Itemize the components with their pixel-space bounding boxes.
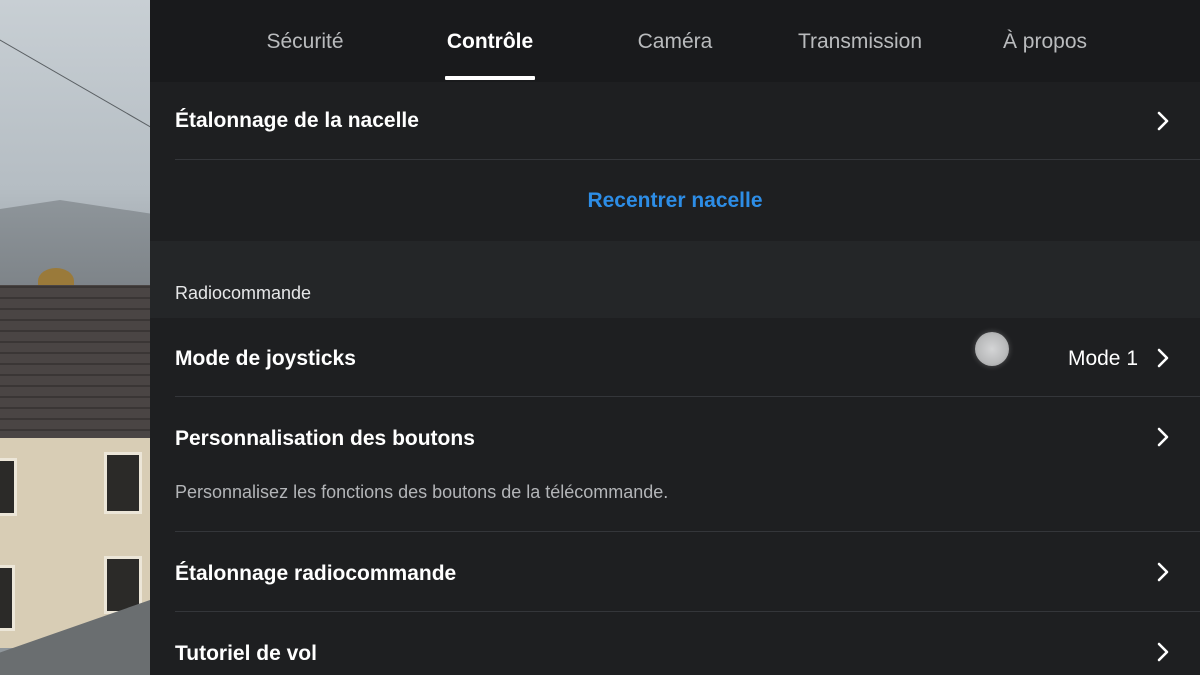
section-title-remote: Radiocommande [175,283,312,303]
active-tab-indicator [445,76,535,80]
section-band [150,241,1200,318]
chevron-right-icon [1157,111,1169,131]
flight-tutorial-row[interactable]: Tutoriel de vol [175,612,1200,675]
tab-transmission[interactable]: Transmission [775,0,945,82]
gimbal-calibration-row[interactable]: Étalonnage de la nacelle [175,82,1200,160]
tab-a-propos[interactable]: À propos [970,0,1120,82]
tab-bar: Sécurité Contrôle Caméra Transmission À … [150,0,1200,82]
button-customization-label: Personnalisation des boutons [175,427,475,450]
remote-calibration-row[interactable]: Étalonnage radiocommande [175,532,1200,612]
chevron-right-icon [1157,348,1169,368]
button-customization-description: Personnalisez les fonctions des boutons … [175,482,669,502]
house-window [104,452,142,514]
button-customization-row[interactable]: Personnalisation des boutons Personnalis… [175,397,1200,532]
chevron-right-icon [1157,427,1169,447]
chevron-right-icon [1157,642,1169,662]
camera-preview [0,0,150,675]
tab-securite[interactable]: Sécurité [230,0,380,82]
chevron-right-icon [1157,562,1169,582]
gimbal-calibration-label: Étalonnage de la nacelle [175,109,419,132]
tab-controle[interactable]: Contrôle [415,0,565,82]
recenter-gimbal-button[interactable]: Recentrer nacelle [150,161,1200,241]
house-window [0,458,17,516]
mountain [0,200,150,290]
touch-point [975,332,1009,366]
flight-tutorial-label: Tutoriel de vol [175,642,317,665]
joystick-mode-label: Mode de joysticks [175,347,356,370]
power-line [0,28,150,129]
remote-calibration-label: Étalonnage radiocommande [175,562,457,585]
house-window [0,565,15,631]
settings-panel: Sécurité Contrôle Caméra Transmission À … [150,0,1200,675]
tab-camera[interactable]: Caméra [600,0,750,82]
house-roof [0,285,150,440]
joystick-mode-value: Mode 1 [1067,347,1138,370]
joystick-mode-row[interactable]: Mode de joysticks Mode 1 [175,318,1200,397]
